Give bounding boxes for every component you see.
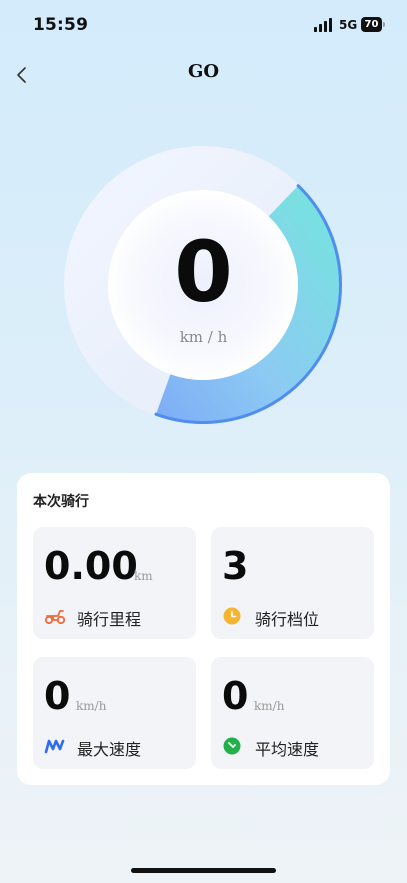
max-speed-label: 最大速度 <box>77 740 142 759</box>
max-speed-unit: km/h <box>76 699 107 713</box>
status-time: 15:59 <box>33 15 89 35</box>
battery-level: 70 <box>361 17 382 32</box>
stat-tile-avg-speed: 0 km/h 平均速度 <box>211 657 374 769</box>
speed-unit: km / h <box>179 328 228 346</box>
avg-speed-unit: km/h <box>254 699 285 713</box>
network-type: 5G <box>339 18 358 32</box>
page-title: GO <box>187 61 220 82</box>
home-indicator[interactable] <box>131 868 276 873</box>
max-speed-icon <box>44 739 65 754</box>
signal-icon <box>314 18 332 32</box>
stat-tile-distance: 0.00 km 骑行里程 <box>33 527 196 639</box>
stat-tile-gear: 3 骑行档位 <box>211 527 374 639</box>
ride-summary-card: 本次骑行 0.00 km 骑行里程 3 骑行档位 0 km/h 最大速度 0 k… <box>17 473 390 785</box>
max-speed-value: 0 <box>44 674 71 718</box>
gauge-icon <box>223 737 241 755</box>
battery-icon: 70 <box>361 17 385 32</box>
card-title: 本次骑行 <box>33 494 89 510</box>
distance-value: 0.00 <box>44 544 138 588</box>
clock-icon <box>223 607 241 625</box>
gear-label: 骑行档位 <box>255 610 320 629</box>
gear-value: 3 <box>222 544 249 588</box>
avg-speed-label: 平均速度 <box>255 740 320 759</box>
distance-unit: km <box>134 569 153 583</box>
scooter-icon <box>44 610 66 625</box>
avg-speed-value: 0 <box>222 674 249 718</box>
distance-label: 骑行里程 <box>77 610 142 629</box>
status-bar: 15:59 5G 70 <box>0 0 407 50</box>
stat-tile-max-speed: 0 km/h 最大速度 <box>33 657 196 769</box>
current-speed: 0 <box>174 223 233 321</box>
